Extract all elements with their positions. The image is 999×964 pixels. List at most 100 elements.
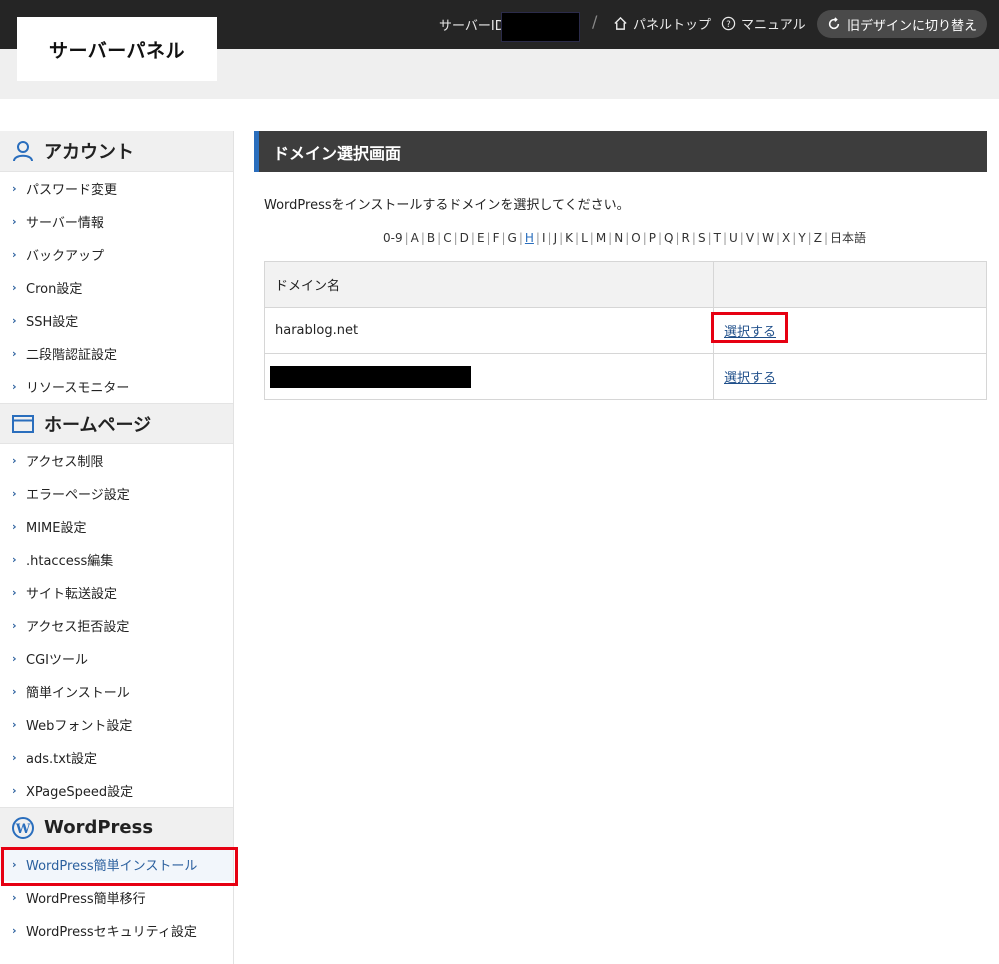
sidebar-item-easy-install[interactable]: › 簡単インストール xyxy=(0,675,233,708)
sidebar-item-ads-txt[interactable]: › ads.txt設定 xyxy=(0,741,233,774)
alphabet-separator: | xyxy=(518,231,523,245)
chevron-right-icon: › xyxy=(12,718,17,731)
sidebar-section-account: アカウント xyxy=(0,131,233,172)
svg-text:?: ? xyxy=(726,19,730,29)
select-domain-link[interactable]: 選択する xyxy=(711,312,788,343)
alphabet-link[interactable]: 日本語 xyxy=(830,231,866,245)
panel-top-link[interactable]: パネルトップ xyxy=(613,14,711,33)
alphabet-filter: 0-9 | A | B | C | D | E | F | G | H | I | J | K | L | M | N | O | P | Q | R |… xyxy=(254,229,987,246)
alphabet-link[interactable]: 0-9 xyxy=(383,231,403,245)
sidebar-item-label: Webフォント設定 xyxy=(26,719,133,734)
select-domain-link[interactable]: 選択する xyxy=(724,367,776,386)
alphabet-link[interactable]: C xyxy=(443,231,451,245)
chevron-right-icon: › xyxy=(12,380,17,393)
alphabet-link[interactable]: H xyxy=(525,231,534,245)
alphabet-link[interactable]: E xyxy=(477,231,485,245)
alphabet-separator: | xyxy=(589,231,594,245)
old-design-button[interactable]: 旧デザインに切り替え xyxy=(817,10,987,38)
alphabet-link[interactable]: X xyxy=(782,231,790,245)
section-title: アカウント xyxy=(44,142,134,163)
chevron-right-icon: › xyxy=(12,454,17,467)
sidebar-item-error-page[interactable]: › エラーページ設定 xyxy=(0,477,233,510)
sidebar-item-label: ads.txt設定 xyxy=(26,752,98,767)
alphabet-separator: | xyxy=(535,231,540,245)
alphabet-link[interactable]: O xyxy=(631,231,640,245)
column-header-action xyxy=(713,261,987,308)
chevron-right-icon: › xyxy=(12,520,17,533)
sidebar-item-site-transfer[interactable]: › サイト転送設定 xyxy=(0,576,233,609)
chevron-right-icon: › xyxy=(12,248,17,261)
sidebar-item-access-limit[interactable]: › アクセス制限 xyxy=(0,444,233,477)
sidebar-item-access-deny[interactable]: › アクセス拒否設定 xyxy=(0,609,233,642)
alphabet-link[interactable]: Y xyxy=(798,231,805,245)
sidebar-item-label: CGIツール xyxy=(26,653,88,668)
alphabet-link[interactable]: N xyxy=(614,231,623,245)
server-id-value-redacted xyxy=(501,12,580,42)
chevron-right-icon: › xyxy=(12,586,17,599)
sidebar-item-cron[interactable]: › Cron設定 xyxy=(0,271,233,304)
alphabet-link[interactable]: Q xyxy=(664,231,673,245)
sidebar-item-backup[interactable]: › バックアップ xyxy=(0,238,233,271)
sidebar-item-cgi[interactable]: › CGIツール xyxy=(0,642,233,675)
sidebar-item-2fa[interactable]: › 二段階認証設定 xyxy=(0,337,233,370)
alphabet-link[interactable]: W xyxy=(762,231,774,245)
manual-link[interactable]: ? マニュアル xyxy=(721,14,806,33)
alphabet-separator: | xyxy=(486,231,491,245)
alphabet-link[interactable]: B xyxy=(427,231,435,245)
action-cell: 選択する xyxy=(711,307,987,354)
alphabet-link[interactable]: L xyxy=(581,231,588,245)
alphabet-link[interactable]: V xyxy=(746,231,754,245)
alphabet-link[interactable]: I xyxy=(542,231,546,245)
alphabet-separator: | xyxy=(404,231,409,245)
alphabet-link[interactable]: T xyxy=(714,231,721,245)
sidebar-item-label: 簡単インストール xyxy=(26,686,130,701)
user-icon xyxy=(13,141,33,162)
sidebar-item-wordpress-easy-install[interactable]: › WordPress簡単インストール xyxy=(0,847,238,886)
alphabet-separator: | xyxy=(547,231,552,245)
sidebar-item-label: バックアップ xyxy=(26,249,105,264)
alphabet-link[interactable]: U xyxy=(729,231,738,245)
chevron-right-icon: › xyxy=(12,924,17,937)
sidebar-item-mime[interactable]: › MIME設定 xyxy=(0,510,233,543)
sidebar-item-webfont[interactable]: › Webフォント設定 xyxy=(0,708,233,741)
alphabet-separator: | xyxy=(675,231,680,245)
sidebar-item-htaccess[interactable]: › .htaccess編集 xyxy=(0,543,233,576)
logo[interactable]: サーバーパネル xyxy=(17,17,217,81)
sidebar-item-password[interactable]: › パスワード変更 xyxy=(0,172,233,205)
alphabet-link[interactable]: S xyxy=(698,231,706,245)
refresh-icon xyxy=(828,17,840,30)
alphabet-separator: | xyxy=(756,231,761,245)
alphabet-separator: | xyxy=(625,231,630,245)
chevron-right-icon: › xyxy=(12,182,17,195)
sidebar-item-ssh[interactable]: › SSH設定 xyxy=(0,304,233,337)
sidebar-item-server-info[interactable]: › サーバー情報 xyxy=(0,205,233,238)
alphabet-link[interactable]: K xyxy=(565,231,573,245)
sidebar-item-xpagespeed[interactable]: › XPageSpeed設定 xyxy=(0,774,233,807)
alphabet-link[interactable]: D xyxy=(460,231,469,245)
alphabet-link[interactable]: G xyxy=(508,231,517,245)
chevron-right-icon: › xyxy=(12,553,17,566)
alphabet-link[interactable]: R xyxy=(682,231,690,245)
sidebar-item-label: .htaccess編集 xyxy=(26,554,114,569)
alphabet-separator: | xyxy=(642,231,647,245)
sidebar-item-wordpress-migration[interactable]: › WordPress簡単移行 xyxy=(0,881,233,914)
sidebar-item-label: WordPress簡単移行 xyxy=(26,892,146,907)
alphabet-link[interactable]: J xyxy=(554,231,558,245)
alphabet-link[interactable]: F xyxy=(493,231,500,245)
sidebar-item-label: 二段階認証設定 xyxy=(26,348,118,363)
alphabet-separator: | xyxy=(722,231,727,245)
sidebar-item-wordpress-security[interactable]: › WordPressセキュリティ設定 xyxy=(0,914,233,947)
chevron-right-icon: › xyxy=(12,215,17,228)
alphabet-separator: | xyxy=(691,231,696,245)
alphabet-link[interactable]: M xyxy=(596,231,606,245)
alphabet-separator: | xyxy=(807,231,812,245)
sidebar-item-resource-monitor[interactable]: › リソースモニター xyxy=(0,370,233,403)
alphabet-separator: | xyxy=(420,231,425,245)
chevron-right-icon: › xyxy=(12,685,17,698)
alphabet-link[interactable]: A xyxy=(411,231,419,245)
page-description: WordPressをインストールするドメインを選択してください。 xyxy=(264,198,630,213)
table-row: 選択する xyxy=(264,353,987,400)
alphabet-link[interactable]: Z xyxy=(814,231,822,245)
alphabet-link[interactable]: P xyxy=(649,231,656,245)
alphabet-separator: | xyxy=(470,231,475,245)
